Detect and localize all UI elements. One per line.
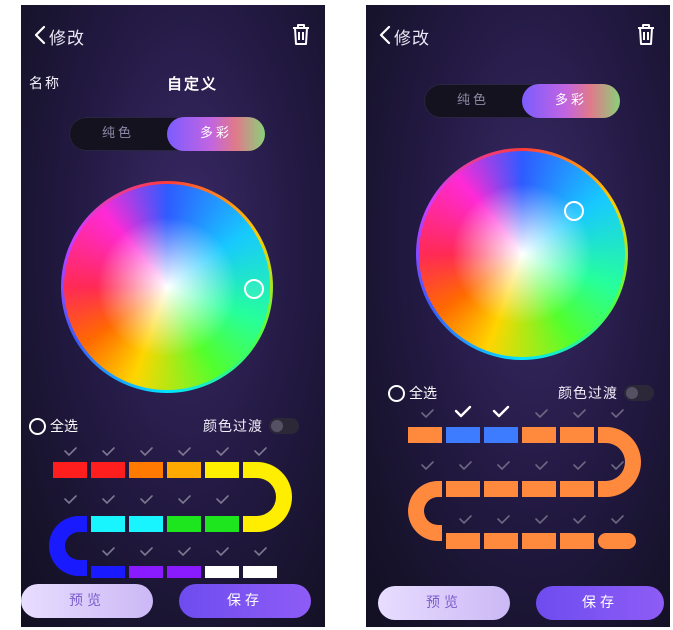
led-segment[interactable]: [53, 462, 87, 478]
led-segment[interactable]: [167, 566, 201, 578]
left-phone-screen: 修改 名称 自定义 纯色 多彩 全选 颜色过渡 预览 保存: [21, 5, 325, 627]
led-segment[interactable]: [522, 481, 556, 497]
led-segment[interactable]: [91, 566, 125, 578]
led-segment-curve[interactable]: [243, 462, 292, 532]
preview-button[interactable]: 预览: [21, 584, 153, 618]
led-segment[interactable]: [446, 481, 480, 497]
led-segment[interactable]: [598, 533, 636, 549]
led-segment[interactable]: [129, 566, 163, 578]
led-segment[interactable]: [560, 533, 594, 549]
led-segment[interactable]: [484, 533, 518, 549]
led-segment[interactable]: [446, 533, 480, 549]
led-segment[interactable]: [408, 427, 442, 443]
preview-button[interactable]: 预览: [378, 586, 510, 620]
save-button[interactable]: 保存: [536, 586, 664, 620]
led-segment[interactable]: [91, 516, 125, 532]
led-segment[interactable]: [522, 533, 556, 549]
right-phone-screen: 修改 纯色 多彩 全选 颜色过渡 预览 保存: [366, 5, 670, 627]
led-segment[interactable]: [167, 462, 201, 478]
led-segment[interactable]: [522, 427, 556, 443]
led-segment-selected[interactable]: [446, 427, 480, 443]
led-segment-selected[interactable]: [484, 427, 518, 443]
led-strip-left: [49, 447, 292, 578]
led-strip-right: [408, 405, 641, 549]
led-segment[interactable]: [167, 516, 201, 532]
led-segment[interactable]: [129, 462, 163, 478]
led-segment[interactable]: [484, 481, 518, 497]
selected-check-marks: [454, 405, 510, 418]
led-segment-curve[interactable]: [49, 516, 87, 576]
led-segment[interactable]: [205, 516, 239, 532]
led-segment[interactable]: [205, 566, 239, 578]
led-segment-curve[interactable]: [408, 481, 442, 541]
led-segment[interactable]: [560, 481, 594, 497]
led-segment[interactable]: [243, 566, 277, 578]
led-segment-curve[interactable]: [598, 427, 641, 497]
led-segment[interactable]: [129, 516, 163, 532]
led-segment[interactable]: [560, 427, 594, 443]
save-button[interactable]: 保存: [179, 584, 311, 618]
led-segment[interactable]: [205, 462, 239, 478]
check-marks: [421, 409, 624, 525]
led-segment[interactable]: [91, 462, 125, 478]
